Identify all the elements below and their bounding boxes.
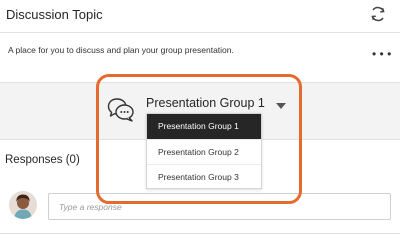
response-input[interactable] [48,193,391,220]
refresh-icon[interactable] [369,5,387,23]
avatar [9,191,37,219]
footer-divider [0,233,400,234]
header-divider [0,32,400,33]
group-dropdown-menu: Presentation Group 1 Presentation Group … [146,113,262,189]
dropdown-option[interactable]: Presentation Group 1 [147,114,261,139]
dropdown-option[interactable]: Presentation Group 3 [147,164,261,189]
avatar-image [9,191,37,219]
chat-bubbles-icon [107,98,134,122]
page-title: Discussion Topic [6,7,103,22]
topic-description: A place for you to discuss and plan your… [8,45,234,55]
more-icon[interactable]: • • • [372,48,391,60]
group-select[interactable]: Presentation Group 1 [146,96,265,110]
chevron-down-icon[interactable] [276,103,286,109]
header: Discussion Topic [0,0,400,32]
responses-heading: Responses (0) [5,154,80,166]
dropdown-option[interactable]: Presentation Group 2 [147,139,261,164]
